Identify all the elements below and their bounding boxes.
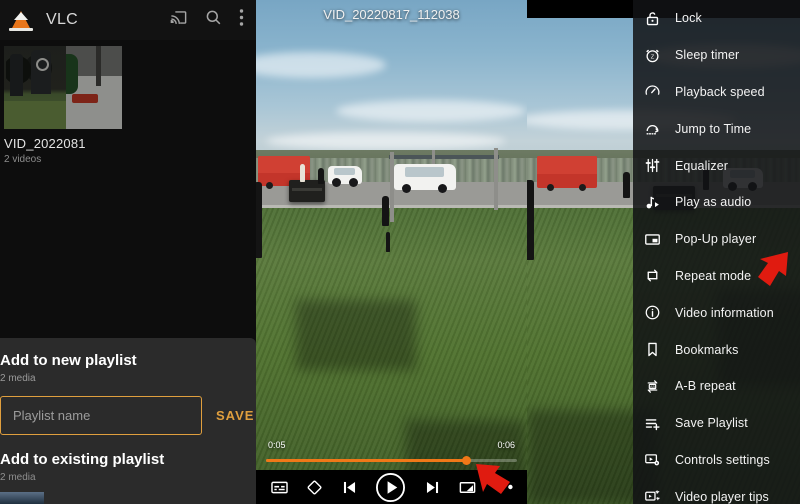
menu-item-ab-repeat[interactable]: AB A-B repeat [633,368,800,405]
search-icon[interactable] [204,8,223,32]
folder-name: VID_2022081 [4,136,86,151]
repeat-mode-icon [641,265,663,287]
menu-item-equalizer[interactable]: Equalizer [633,147,800,184]
menu-item-label: Jump to Time [675,121,752,136]
menu-item-video-player-tips[interactable]: Video player tips [633,478,800,504]
player-controls-overlay: 0:05 0:06 [256,0,527,504]
folder-subtitle: 2 videos [4,154,42,165]
overflow-menu-icon[interactable] [239,8,244,32]
menu-item-label: Video player tips [675,489,769,504]
vlc-library-pane: VLC VID_2022081 2 videos Add to new play… [0,0,256,504]
menu-item-label: Repeat mode [675,268,752,283]
existing-playlist-heading: Add to existing playlist [0,451,165,468]
menu-item-jump-to-time[interactable]: Jump to Time [633,110,800,147]
playback-speed-icon [641,81,663,103]
menu-item-label: Save Playlist [675,416,748,431]
save-playlist-button[interactable]: SAVE [202,408,256,423]
play-as-audio-icon [641,191,663,213]
menu-item-save-playlist[interactable]: Save Playlist [633,405,800,442]
menu-item-label: Sleep timer [675,48,740,63]
existing-playlist-thumbnail[interactable] [0,492,44,504]
play-button[interactable] [375,472,406,503]
video-folder-card[interactable]: VID_2022081 2 videos [4,46,122,165]
menu-item-video-information[interactable]: Video information [633,294,800,331]
current-time-label: 0:05 [268,440,286,450]
menu-item-label: Playback speed [675,84,765,99]
menu-item-label: Lock [675,11,702,26]
controls-settings-icon [641,449,663,471]
cast-icon[interactable] [169,8,188,32]
menu-item-label: Bookmarks [675,342,739,357]
total-time-label: 0:06 [497,440,515,450]
jump-to-time-icon [641,118,663,140]
seek-bar-fill [266,459,467,462]
next-button[interactable] [423,478,442,497]
svg-text:Z: Z [650,54,654,60]
menu-item-sleep-timer[interactable]: Z Sleep timer [633,37,800,74]
menu-item-playback-speed[interactable]: Playback speed [633,74,800,111]
more-options-arrow [470,460,518,504]
menu-item-play-as-audio[interactable]: Play as audio [633,184,800,221]
app-bar-actions [169,8,248,32]
menu-item-label: A-B repeat [675,379,736,394]
svg-text:AB: AB [650,385,655,389]
video-information-icon [641,302,663,324]
new-playlist-media-count: 2 media [0,373,36,384]
menu-item-bookmarks[interactable]: Bookmarks [633,331,800,368]
menu-item-lock[interactable]: Lock [633,0,800,37]
repeat-mode-arrow [744,250,792,295]
folder-thumbnail [4,46,122,129]
menu-item-label: Video information [675,305,774,320]
screen: VLC VID_2022081 2 videos Add to new play… [0,0,800,504]
lock-icon [641,7,663,29]
vlc-cone-icon [8,7,34,33]
sleep-timer-icon: Z [641,44,663,66]
add-to-playlist-sheet: Add to new playlist 2 media SAVE Add to … [0,338,256,504]
orientation-lock-button[interactable] [305,478,324,497]
bookmarks-icon [641,339,663,361]
app-title: VLC [46,11,79,28]
existing-playlist-media-count: 2 media [0,472,36,483]
app-bar: VLC [0,0,256,40]
video-player-tips-icon [641,486,663,504]
playlist-name-input[interactable] [0,396,202,435]
menu-item-label: Pop-Up player [675,232,757,247]
popup-player-icon [641,228,663,250]
menu-item-label: Equalizer [675,158,729,173]
menu-item-label: Play as audio [675,195,752,210]
menu-item-label: Controls settings [675,452,770,467]
menu-item-controls-settings[interactable]: Controls settings [633,442,800,479]
subtitles-button[interactable] [270,478,289,497]
save-playlist-icon [641,412,663,434]
previous-button[interactable] [340,478,359,497]
new-playlist-heading: Add to new playlist [0,352,137,369]
equalizer-icon [641,155,663,177]
ab-repeat-icon: AB [641,375,663,397]
new-playlist-row: SAVE [0,396,253,435]
